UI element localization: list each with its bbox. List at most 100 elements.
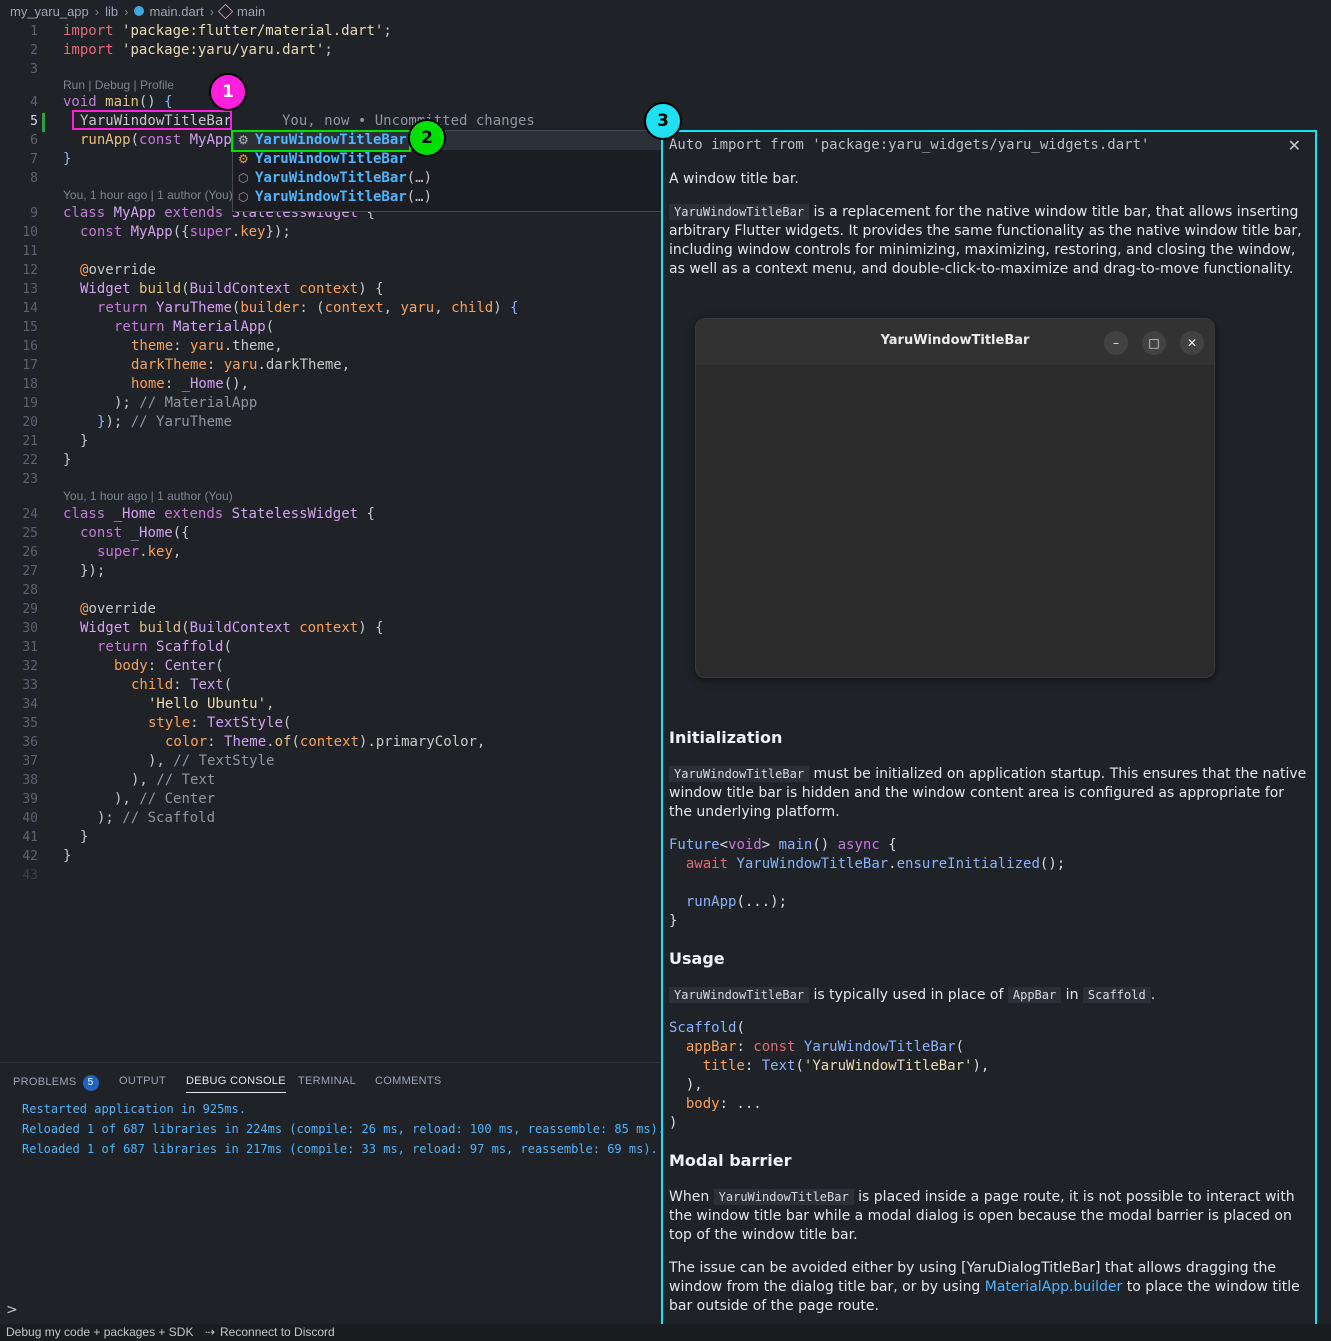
code-line: import 'package:flutter/material.dart'; bbox=[63, 23, 392, 39]
line-number: 5 bbox=[30, 114, 38, 129]
line-number: 40 bbox=[22, 811, 38, 826]
line-number: 23 bbox=[22, 472, 38, 487]
line-number: 43 bbox=[22, 868, 38, 883]
code-line: } bbox=[63, 151, 72, 167]
code-lens-blame[interactable]: You, 1 hour ago | 1 author (You) bbox=[63, 488, 233, 504]
code-line: class _Home extends StatelessWidget { bbox=[63, 506, 375, 522]
line-number: 26 bbox=[22, 545, 38, 560]
annotation-box-2 bbox=[231, 130, 411, 152]
console-line: Reloaded 1 of 687 libraries in 217ms (co… bbox=[22, 1142, 658, 1156]
annotation-badge-1: 1 bbox=[209, 73, 247, 111]
code-line: @override bbox=[80, 262, 156, 278]
line-number: 22 bbox=[22, 453, 38, 468]
code-line: theme: yaru.theme, bbox=[131, 338, 283, 354]
line-number: 39 bbox=[22, 792, 38, 807]
code-line: const MyApp({super.key}); bbox=[80, 224, 291, 240]
annotation-box-3 bbox=[661, 130, 1317, 1334]
method-icon bbox=[217, 3, 234, 19]
console-line: Reloaded 1 of 687 libraries in 224ms (co… bbox=[22, 1122, 665, 1136]
line-number: 38 bbox=[22, 773, 38, 788]
line-number: 24 bbox=[22, 507, 38, 522]
line-number: 3 bbox=[30, 62, 38, 77]
suggestion-item[interactable]: ⬡ YaruWindowTitleBar(…) bbox=[233, 169, 663, 188]
problems-count-badge: 5 bbox=[82, 1075, 99, 1091]
breadcrumb-file[interactable]: main.dart bbox=[149, 4, 203, 19]
line-number: 7 bbox=[30, 152, 38, 167]
code-line: super.key, bbox=[97, 544, 182, 560]
line-number: 4 bbox=[30, 95, 38, 110]
line-number: 33 bbox=[22, 678, 38, 693]
breadcrumb-project[interactable]: my_yaru_app bbox=[10, 4, 89, 19]
line-number: 21 bbox=[22, 434, 38, 449]
code-line: Widget build(BuildContext context) { bbox=[80, 620, 384, 636]
code-line: ); // MaterialApp bbox=[114, 395, 258, 411]
tab-comments[interactable]: COMMENTS bbox=[375, 1075, 442, 1087]
line-number: 14 bbox=[22, 301, 38, 316]
code-line: home: _Home(), bbox=[131, 376, 250, 392]
annotation-badge-3: 3 bbox=[644, 102, 682, 140]
line-number: 37 bbox=[22, 754, 38, 769]
class-icon: ⚙ bbox=[238, 152, 249, 166]
suggestion-item[interactable]: ⬡ YaruWindowTitleBar(…) bbox=[233, 188, 663, 207]
tab-debug-console[interactable]: DEBUG CONSOLE bbox=[186, 1075, 286, 1093]
line-number: 8 bbox=[30, 171, 38, 186]
constructor-icon: ⬡ bbox=[238, 190, 249, 204]
annotation-box-1 bbox=[72, 110, 232, 130]
line-number: 28 bbox=[22, 583, 38, 598]
code-line: ); // Scaffold bbox=[97, 810, 216, 826]
line-number: 27 bbox=[22, 564, 38, 579]
code-line: return Scaffold( bbox=[97, 639, 232, 655]
breadcrumb-lib[interactable]: lib bbox=[105, 4, 118, 19]
line-number: 16 bbox=[22, 339, 38, 354]
code-line: } bbox=[80, 829, 89, 845]
constructor-icon: ⬡ bbox=[238, 171, 249, 185]
chevron-right-icon: › bbox=[209, 3, 215, 19]
suggestion-item[interactable]: ⚙ YaruWindowTitleBar bbox=[233, 150, 663, 169]
status-bar: Debug my code + packages + SDK ⇢ Reconne… bbox=[0, 1324, 1331, 1341]
code-line: } bbox=[63, 452, 72, 468]
chevron-right-icon: › bbox=[94, 3, 100, 19]
tab-problems[interactable]: PROBLEMS 5 bbox=[13, 1075, 99, 1091]
code-line: import 'package:yaru/yaru.dart'; bbox=[63, 42, 333, 58]
tab-terminal[interactable]: TERMINAL bbox=[298, 1075, 356, 1087]
code-lens-blame[interactable]: You, 1 hour ago | 1 author (You) bbox=[63, 187, 233, 203]
line-number: 12 bbox=[22, 263, 38, 278]
console-input-prompt[interactable]: > bbox=[6, 1302, 18, 1318]
line-number: 30 bbox=[22, 621, 38, 636]
code-line: return YaruTheme(builder: (context, yaru… bbox=[97, 300, 519, 316]
code-line: style: TextStyle( bbox=[148, 715, 292, 731]
code-line: runApp(const MyApp bbox=[80, 132, 232, 148]
line-number: 41 bbox=[22, 830, 38, 845]
line-number: 29 bbox=[22, 602, 38, 617]
status-debug-config[interactable]: Debug my code + packages + SDK bbox=[6, 1325, 193, 1339]
line-number: 42 bbox=[22, 849, 38, 864]
tab-output[interactable]: OUTPUT bbox=[119, 1075, 166, 1087]
code-line: ), // TextStyle bbox=[148, 753, 275, 769]
code-line: } bbox=[63, 848, 72, 864]
code-line: Widget build(BuildContext context) { bbox=[80, 281, 384, 297]
code-line: ), // Center bbox=[114, 791, 216, 807]
code-line: darkTheme: yaru.darkTheme, bbox=[131, 357, 351, 373]
line-number: 31 bbox=[22, 640, 38, 655]
code-line: ), // Text bbox=[131, 772, 216, 788]
code-line: }); // YaruTheme bbox=[97, 414, 232, 430]
code-line: return MaterialApp( bbox=[114, 319, 275, 335]
line-number: 13 bbox=[22, 282, 38, 297]
line-number: 25 bbox=[22, 526, 38, 541]
chevron-right-icon: › bbox=[124, 3, 129, 19]
code-line: }); bbox=[80, 563, 106, 579]
line-number: 2 bbox=[30, 43, 38, 58]
breadcrumb-symbol[interactable]: main bbox=[237, 4, 265, 19]
code-lens-run[interactable]: Run | Debug | Profile bbox=[63, 77, 174, 93]
line-number: 35 bbox=[22, 716, 38, 731]
annotation-badge-2: 2 bbox=[408, 119, 446, 157]
status-discord[interactable]: Reconnect to Discord bbox=[220, 1325, 335, 1339]
code-line: color: Theme.of(context).primaryColor, bbox=[165, 734, 486, 750]
line-number: 15 bbox=[22, 320, 38, 335]
console-line: Restarted application in 925ms. bbox=[22, 1102, 246, 1116]
line-number: 19 bbox=[22, 396, 38, 411]
line-number: 6 bbox=[30, 133, 38, 148]
line-number: 18 bbox=[22, 377, 38, 392]
code-line: 'Hello Ubuntu', bbox=[148, 696, 275, 712]
bottom-panel: PROBLEMS 5 OUTPUT DEBUG CONSOLE TERMINAL … bbox=[0, 1062, 665, 1303]
